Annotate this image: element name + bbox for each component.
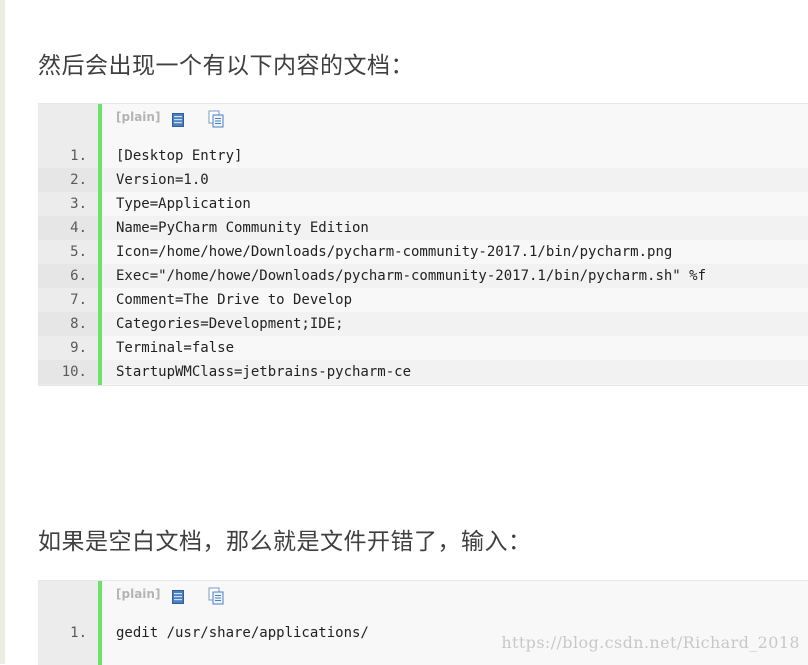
code-line: 1. [Desktop Entry] xyxy=(38,144,808,168)
code-text: Terminal=false xyxy=(116,340,235,356)
code-text: Type=Application xyxy=(116,196,251,212)
copy-to-clipboard-icon[interactable] xyxy=(208,587,224,605)
code-block-gedit-command: [plain] 1. gedit /usr/share/applications… xyxy=(38,580,808,665)
view-plain-link[interactable]: [plain] xyxy=(116,110,160,124)
line-number: 5. xyxy=(38,240,98,264)
line-number: 1. xyxy=(38,621,98,645)
line-number: 10. xyxy=(38,360,98,384)
code-line: 6. Exec="/home/howe/Downloads/pycharm-co… xyxy=(38,264,808,288)
code-text: StartupWMClass=jetbrains-pycharm-ce xyxy=(116,364,412,380)
line-number: 7. xyxy=(38,288,98,312)
code-accent-bar xyxy=(98,581,102,665)
line-number: 9. xyxy=(38,336,98,360)
code-text: Categories=Development;IDE; xyxy=(116,316,344,332)
page-left-edge xyxy=(0,0,5,664)
code-line: 7. Comment=The Drive to Develop xyxy=(38,288,808,312)
copy-to-clipboard-icon[interactable] xyxy=(208,110,224,128)
view-source-icon[interactable] xyxy=(172,589,184,604)
line-number: 6. xyxy=(38,264,98,288)
code-line: 8. Categories=Development;IDE; xyxy=(38,312,808,336)
instruction-text-2: 如果是空白文档，那么就是文件开错了，输入： xyxy=(38,529,532,555)
watermark: https://blog.csdn.net/Richard_2018 xyxy=(501,633,800,652)
code-text: Icon=/home/howe/Downloads/pycharm-commun… xyxy=(116,244,673,260)
code-line: 9. Terminal=false xyxy=(38,336,808,360)
code-text: Exec="/home/howe/Downloads/pycharm-commu… xyxy=(116,268,707,284)
code-toolbar: [plain] xyxy=(102,104,808,144)
code-text: Version=1.0 xyxy=(116,172,209,188)
code-text: Comment=The Drive to Develop xyxy=(116,292,353,308)
code-line: 5. Icon=/home/howe/Downloads/pycharm-com… xyxy=(38,240,808,264)
code-toolbar: [plain] xyxy=(102,581,808,621)
line-number: 1. xyxy=(38,144,98,168)
code-text: [Desktop Entry] xyxy=(116,148,243,164)
code-text: Name=PyCharm Community Edition xyxy=(116,220,369,236)
instruction-text-1: 然后会出现一个有以下内容的文档： xyxy=(38,53,414,79)
code-accent-bar xyxy=(98,104,102,385)
view-plain-link[interactable]: [plain] xyxy=(116,587,160,601)
line-number: 4. xyxy=(38,216,98,240)
code-line: 10. StartupWMClass=jetbrains-pycharm-ce xyxy=(38,360,808,384)
code-line: 2. Version=1.0 xyxy=(38,168,808,192)
line-number: 2. xyxy=(38,168,98,192)
line-number: 3. xyxy=(38,192,98,216)
line-number: 8. xyxy=(38,312,98,336)
view-source-icon[interactable] xyxy=(172,112,184,127)
code-text: gedit /usr/share/applications/ xyxy=(116,625,369,641)
code-block-desktop-entry: [plain] 1. [Desktop Entry] 2. Version=1.… xyxy=(38,103,808,386)
code-line: 3. Type=Application xyxy=(38,192,808,216)
code-line: 4. Name=PyCharm Community Edition xyxy=(38,216,808,240)
